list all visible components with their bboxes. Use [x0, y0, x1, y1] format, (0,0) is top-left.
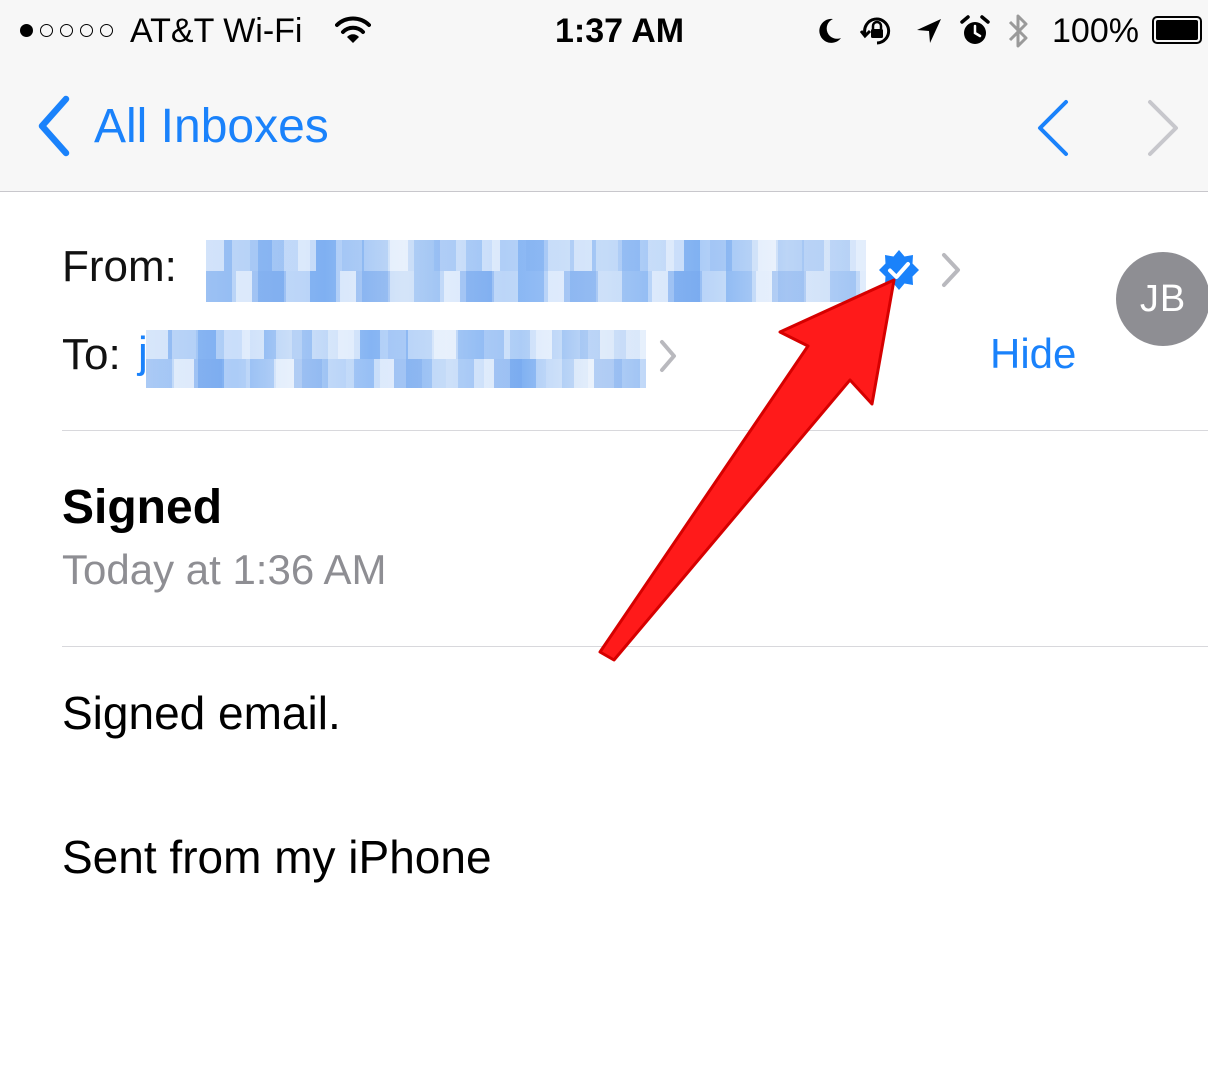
- back-chevron-icon: [38, 95, 70, 157]
- recipient-disclosure-chevron-icon[interactable]: [654, 337, 682, 375]
- header-divider: [62, 430, 1208, 431]
- sender-avatar[interactable]: JB: [1116, 252, 1208, 346]
- status-bar: AT&T Wi-Fi 1:37 AM 100%: [0, 0, 1208, 62]
- moon-icon: [819, 18, 841, 43]
- signal-bar: [60, 24, 73, 37]
- message-subject: Signed: [62, 481, 223, 534]
- navigation-bar: All Inboxes: [0, 62, 1208, 192]
- message-signature: Sent from my iPhone: [62, 831, 492, 883]
- battery-level: [1156, 20, 1198, 40]
- orientation-lock-icon: [860, 17, 891, 45]
- back-button-label: All Inboxes: [94, 99, 329, 153]
- message-body-line: Signed email.: [62, 687, 341, 739]
- to-label: To:: [62, 330, 121, 379]
- status-time: 1:37 AM: [555, 12, 685, 50]
- pixel-noise: [206, 240, 866, 271]
- carrier-name: AT&T Wi-Fi: [130, 12, 303, 50]
- next-message-icon[interactable]: [1140, 98, 1186, 158]
- message-date: Today at 1:36 AM: [62, 546, 387, 593]
- bluetooth-icon: [1008, 14, 1028, 48]
- battery-percent: 100%: [1052, 12, 1139, 50]
- signal-bar: [20, 24, 33, 37]
- signal-bar: [40, 24, 53, 37]
- back-button[interactable]: All Inboxes: [30, 88, 329, 164]
- sender-address-redacted[interactable]: [206, 240, 866, 302]
- pixel-noise: [146, 330, 646, 359]
- verified-badge-icon[interactable]: [878, 249, 920, 291]
- wifi-icon: [335, 16, 371, 43]
- avatar-initials: JB: [1139, 277, 1187, 320]
- pixel-noise: [146, 359, 646, 388]
- subject-divider: [62, 646, 1208, 647]
- from-label: From:: [62, 242, 177, 291]
- sender-disclosure-chevron-icon[interactable]: [936, 250, 966, 290]
- battery-icon: [1152, 16, 1202, 44]
- hide-details-button[interactable]: Hide: [990, 330, 1076, 378]
- previous-message-icon[interactable]: [1030, 98, 1076, 158]
- signal-bar: [100, 24, 113, 37]
- alarm-icon: [960, 15, 990, 44]
- location-arrow-icon: [917, 19, 941, 43]
- signal-bar: [80, 24, 93, 37]
- recipient-address-redacted[interactable]: [146, 330, 646, 388]
- pixel-noise: [206, 271, 866, 302]
